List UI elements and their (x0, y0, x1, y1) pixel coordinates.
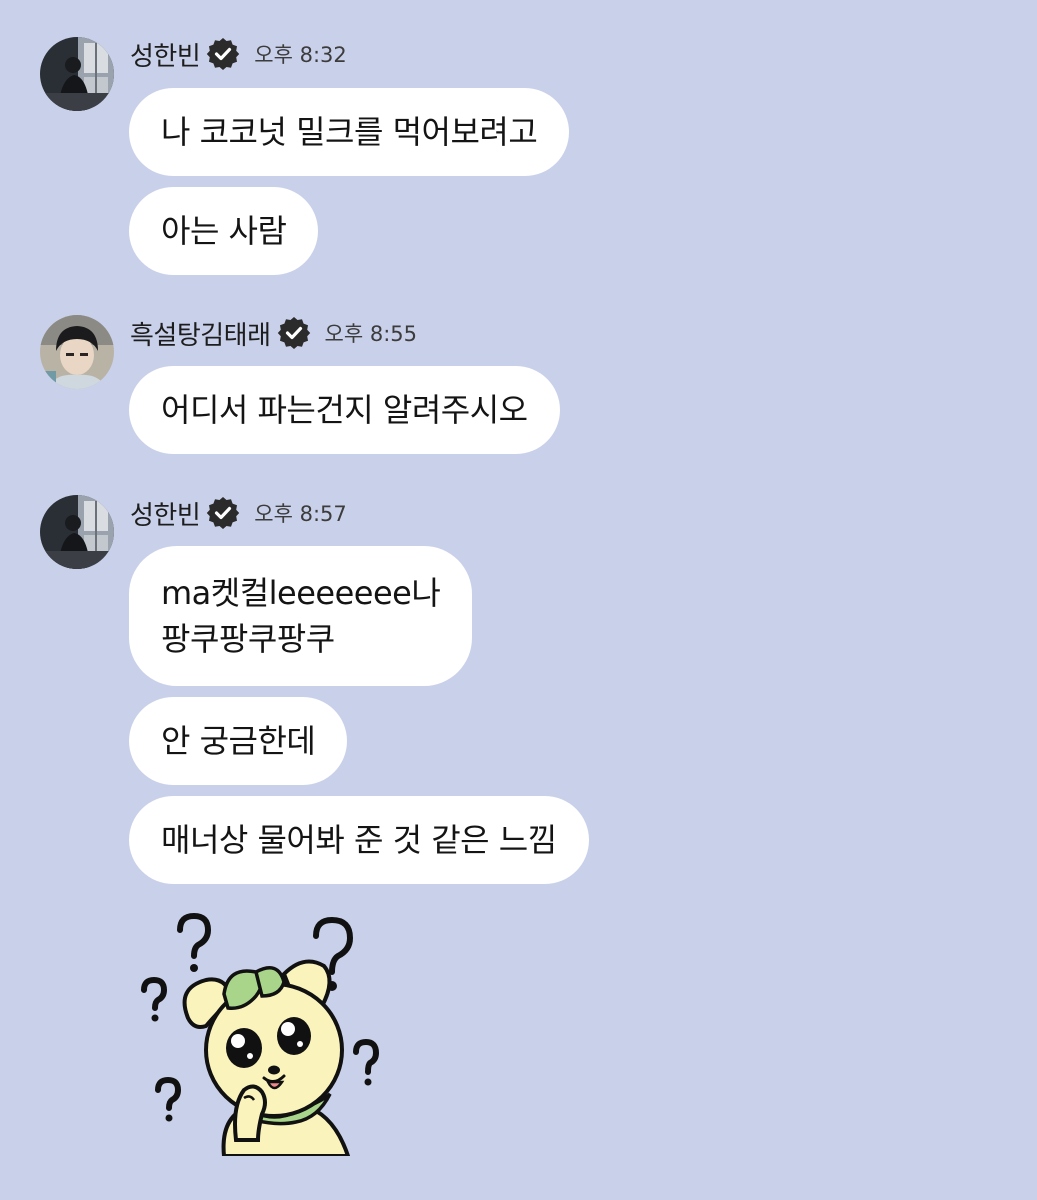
message-text-line: 팡쿠팡쿠팡쿠 (161, 620, 335, 658)
message-text: 어디서 파는건지 알려주시오 (161, 391, 528, 429)
verified-badge-icon (207, 38, 240, 70)
message-text: 아는 사람 (161, 212, 287, 250)
confused-puppy-sticker-icon[interactable] (128, 910, 390, 1156)
avatar-photo-icon (40, 495, 114, 569)
message-bubble[interactable]: 어디서 파는건지 알려주시오 (129, 366, 560, 454)
message-header: 흑설탕김태래 오후 8:55 (130, 313, 417, 353)
chat-thread: 성한빈 오후 8:32 나 코코넛 밀크를 먹어보려고 아는 사람 흑설탕김태래… (0, 0, 1037, 1200)
message-time: 오후 8:55 (324, 322, 418, 346)
message-text: 매너상 물어봐 준 것 같은 느낌 (161, 821, 557, 859)
sender-name[interactable]: 성한빈 (130, 495, 201, 532)
message-time: 오후 8:32 (254, 43, 347, 67)
message-bubble[interactable]: 매너상 물어봐 준 것 같은 느낌 (129, 796, 589, 884)
message-bubble[interactable]: 나 코코넛 밀크를 먹어보려고 (129, 88, 570, 176)
message-text-line: ma켓컬leeeeeee나 (161, 574, 441, 612)
message-bubble[interactable]: 안 궁금한데 (129, 697, 348, 785)
message-header: 성한빈 오후 8:32 (130, 34, 347, 74)
avatar[interactable] (40, 495, 114, 569)
verified-badge-icon (277, 317, 310, 349)
message-time: 오후 8:57 (254, 502, 347, 526)
message-bubble[interactable]: ma켓컬leeeeeee나 팡쿠팡쿠팡쿠 (129, 546, 473, 686)
verified-badge-icon (207, 497, 240, 529)
message-bubble[interactable]: 아는 사람 (129, 187, 319, 275)
avatar[interactable] (40, 37, 114, 111)
message-text: 안 궁금한데 (161, 722, 316, 760)
sender-name[interactable]: 흑설탕김태래 (130, 315, 271, 352)
message-header: 성한빈 오후 8:57 (130, 493, 347, 533)
avatar-photo-icon (40, 315, 114, 389)
avatar-photo-icon (40, 37, 114, 111)
sender-name[interactable]: 성한빈 (130, 36, 201, 73)
avatar[interactable] (40, 315, 114, 389)
message-text: 나 코코넛 밀크를 먹어보려고 (161, 113, 538, 151)
